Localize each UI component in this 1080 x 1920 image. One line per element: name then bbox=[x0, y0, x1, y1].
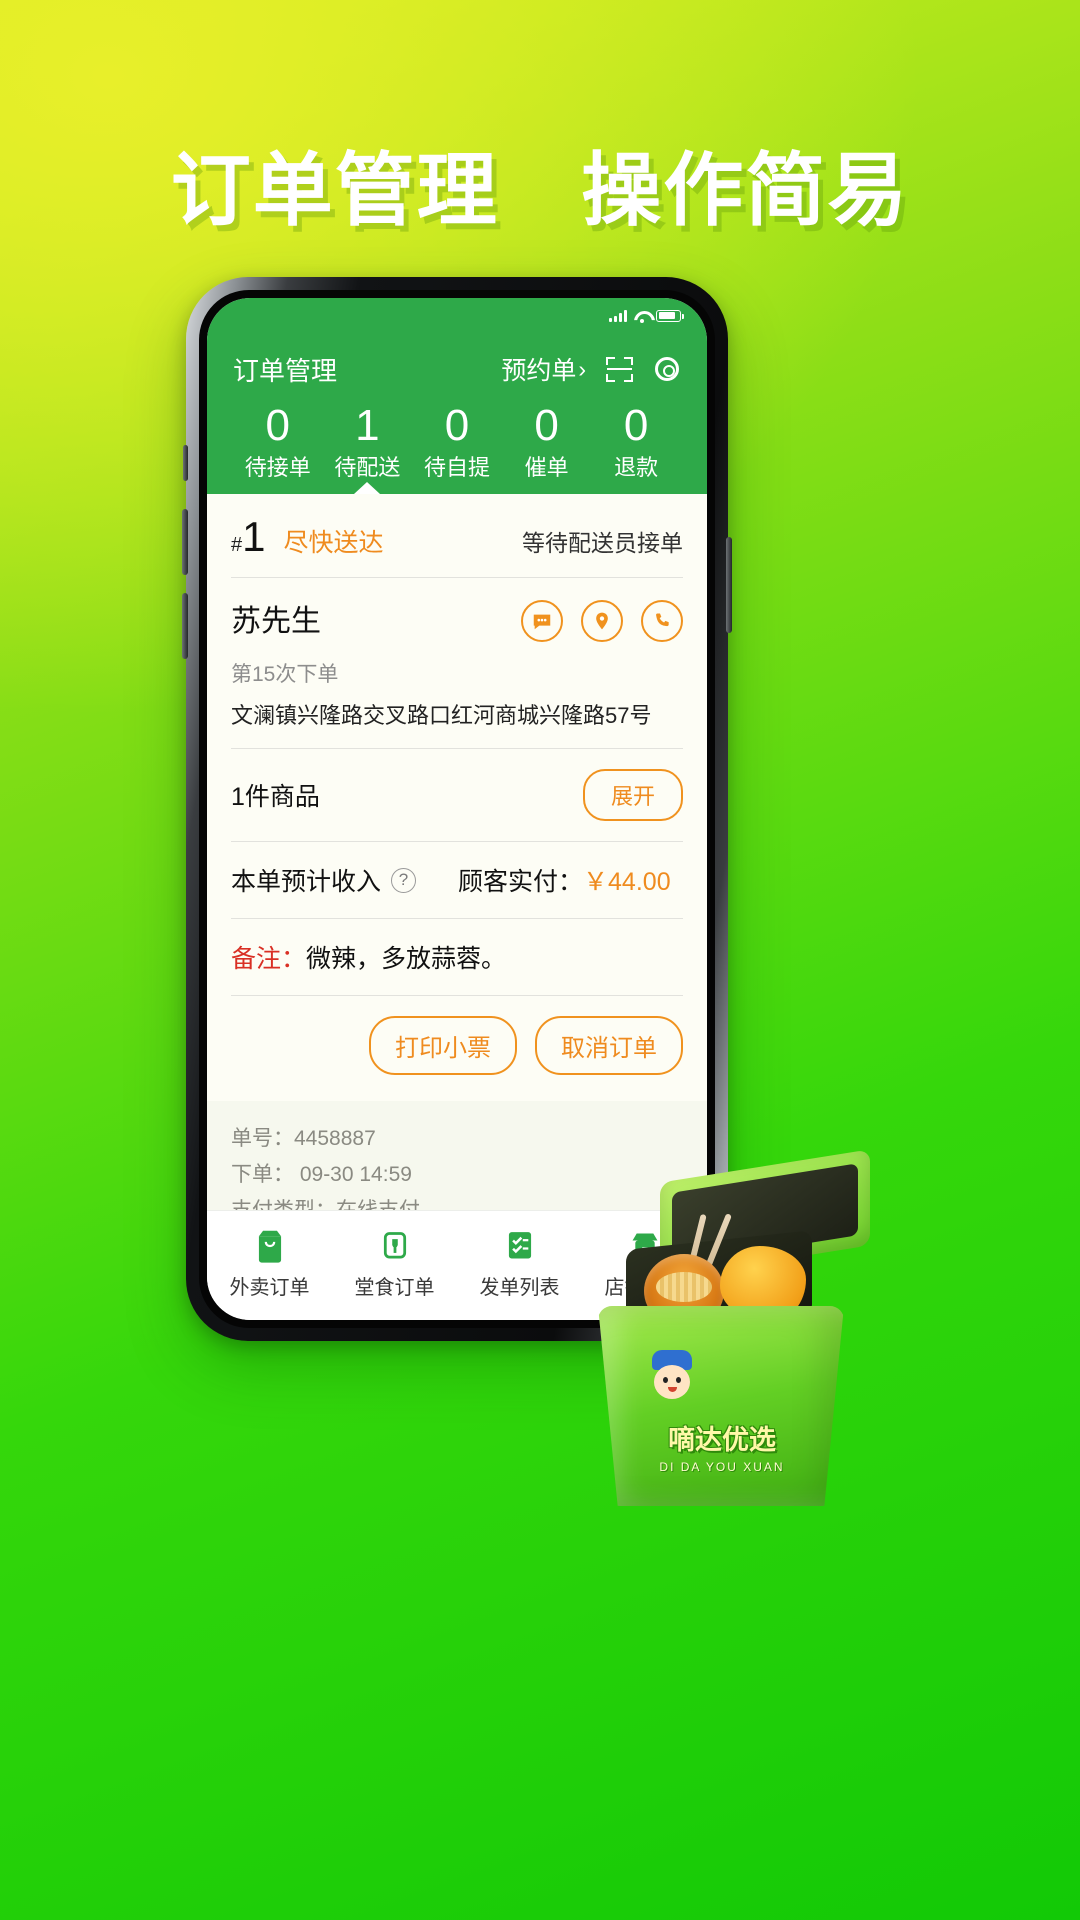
chef-eye-left bbox=[663, 1377, 668, 1383]
lunchbox-mascot-graphic: 嘀达优选 DI DA YOU XUAN bbox=[548, 1149, 878, 1516]
order-card[interactable]: # 1 尽快送达 等待配送员接单 苏先生 第15次下单 文澜镇兴隆路交叉路口红河… bbox=[207, 494, 707, 1102]
customer-action-buttons bbox=[521, 596, 683, 643]
tab-pending-accept[interactable]: 0 待接单 bbox=[233, 395, 323, 494]
reservation-orders-label: 预约单 bbox=[501, 357, 577, 385]
expected-income-label: 本单预计收入 bbox=[231, 868, 382, 897]
question-mark-icon[interactable]: ? bbox=[391, 867, 417, 893]
phone-icon[interactable] bbox=[641, 600, 683, 643]
active-tab-indicator bbox=[354, 482, 381, 495]
tab-count: 0 bbox=[444, 401, 470, 450]
order-list: # 1 尽快送达 等待配送员接单 苏先生 第15次下单 文澜镇兴隆路交叉路口红河… bbox=[207, 494, 707, 1210]
status-bar bbox=[207, 298, 707, 333]
order-index-hash: # bbox=[231, 534, 243, 557]
tab-refunds[interactable]: 0 退款 bbox=[591, 395, 681, 494]
phone-volume-down-button[interactable] bbox=[182, 593, 188, 659]
tab-label: 待接单 bbox=[244, 455, 311, 481]
phone-volume-up-button[interactable] bbox=[182, 509, 188, 575]
brand-lockup: 嘀达优选 DI DA YOU XUAN bbox=[606, 1418, 838, 1474]
cancel-order-button[interactable]: 取消订单 bbox=[535, 1016, 683, 1076]
nav-label: 堂食订单 bbox=[354, 1277, 435, 1299]
delivery-address: 文澜镇兴隆路交叉路口红河商城兴隆路57号 bbox=[231, 703, 652, 729]
customer-order-count: 第15次下单 bbox=[231, 663, 339, 687]
customer-row: 苏先生 bbox=[231, 578, 683, 650]
order-index-number: 1 bbox=[242, 513, 266, 561]
tab-reminders[interactable]: 0 催单 bbox=[502, 395, 592, 494]
customer-block: 苏先生 bbox=[231, 596, 321, 640]
customer-name: 苏先生 bbox=[231, 605, 321, 639]
tab-label: 退款 bbox=[614, 455, 659, 481]
expand-button[interactable]: 展开 bbox=[582, 769, 683, 822]
order-status-text: 等待配送员接单 bbox=[522, 530, 683, 557]
phone-mute-switch[interactable] bbox=[183, 445, 188, 481]
print-receipt-button[interactable]: 打印小票 bbox=[369, 1016, 517, 1076]
takeout-bag-icon bbox=[207, 1225, 332, 1267]
tab-count: 0 bbox=[265, 401, 291, 450]
income-row: 本单预计收入 ? 顾客实付：￥44.00 bbox=[231, 842, 683, 918]
gear-icon[interactable] bbox=[653, 355, 681, 383]
message-icon[interactable] bbox=[521, 600, 563, 643]
order-note-text: 微辣，多放蒜蓉。 bbox=[306, 945, 507, 974]
order-status-tabs: 0 待接单 1 待配送 0 待自提 0 催单 0 退款 bbox=[233, 395, 681, 495]
tab-pending-delivery[interactable]: 1 待配送 bbox=[323, 395, 413, 495]
chef-mascot-icon bbox=[646, 1350, 698, 1410]
nav-item-takeout-orders[interactable]: 外卖订单 bbox=[207, 1225, 332, 1300]
signal-bars-icon bbox=[609, 309, 627, 322]
customer-paid-row: 顾客实付：￥44.00 bbox=[458, 862, 671, 898]
headline-part-1: 订单管理 bbox=[170, 146, 499, 235]
app-header-top-row: 订单管理 预约单 › bbox=[233, 343, 681, 395]
wifi-icon bbox=[634, 310, 649, 323]
tab-count: 0 bbox=[623, 401, 649, 450]
chef-eye-right bbox=[676, 1377, 681, 1383]
phone-power-button[interactable] bbox=[726, 537, 732, 633]
app-header: 订单管理 预约单 › 0 待接单 1 待配送 0 待自提 0 催单 0 退款 bbox=[207, 333, 707, 495]
nav-label: 外卖订单 bbox=[229, 1277, 310, 1299]
order-card-header: # 1 尽快送达 等待配送员接单 bbox=[231, 494, 683, 577]
tab-label: 催单 bbox=[524, 455, 569, 481]
customer-paid-label: 顾客实付： bbox=[458, 868, 584, 897]
order-action-buttons: 打印小票 取消订单 bbox=[231, 996, 683, 1101]
brand-name-cn: 嘀达优选 bbox=[668, 1425, 776, 1455]
reservation-orders-link[interactable]: 预约单 › bbox=[501, 351, 586, 387]
location-pin-icon[interactable] bbox=[581, 600, 623, 643]
tab-count: 0 bbox=[534, 401, 559, 450]
brand-name-en: DI DA YOU XUAN bbox=[659, 1460, 785, 1474]
battery-icon bbox=[656, 309, 684, 322]
order-urgency-badge: 尽快送达 bbox=[283, 529, 384, 558]
chevron-right-icon: › bbox=[578, 355, 586, 382]
order-note: 备注：微辣，多放蒜蓉。 bbox=[231, 919, 683, 995]
order-note-label: 备注： bbox=[231, 945, 307, 974]
headline-part-2: 操作简易 bbox=[581, 146, 910, 235]
chef-face bbox=[654, 1365, 690, 1399]
nav-item-dinein-orders[interactable]: 堂食订单 bbox=[332, 1225, 457, 1300]
page-title: 订单管理 bbox=[233, 355, 338, 386]
app-header-actions: 预约单 › bbox=[501, 351, 681, 387]
lunchbox-body bbox=[598, 1306, 844, 1506]
customer-paid-amount: ￥44.00 bbox=[583, 868, 671, 897]
goods-count: 1件商品 bbox=[231, 783, 320, 812]
tab-count: 1 bbox=[355, 401, 380, 450]
tab-pending-pickup[interactable]: 0 待自提 bbox=[412, 395, 502, 494]
scan-icon[interactable] bbox=[606, 356, 633, 382]
dine-in-icon bbox=[332, 1225, 457, 1267]
goods-row: 1件商品 展开 bbox=[231, 749, 683, 841]
poster-headline: 订单管理 操作简易 bbox=[0, 126, 1080, 242]
order-number: 单号：4458887 bbox=[231, 1127, 376, 1151]
tab-label: 待自提 bbox=[423, 455, 490, 481]
